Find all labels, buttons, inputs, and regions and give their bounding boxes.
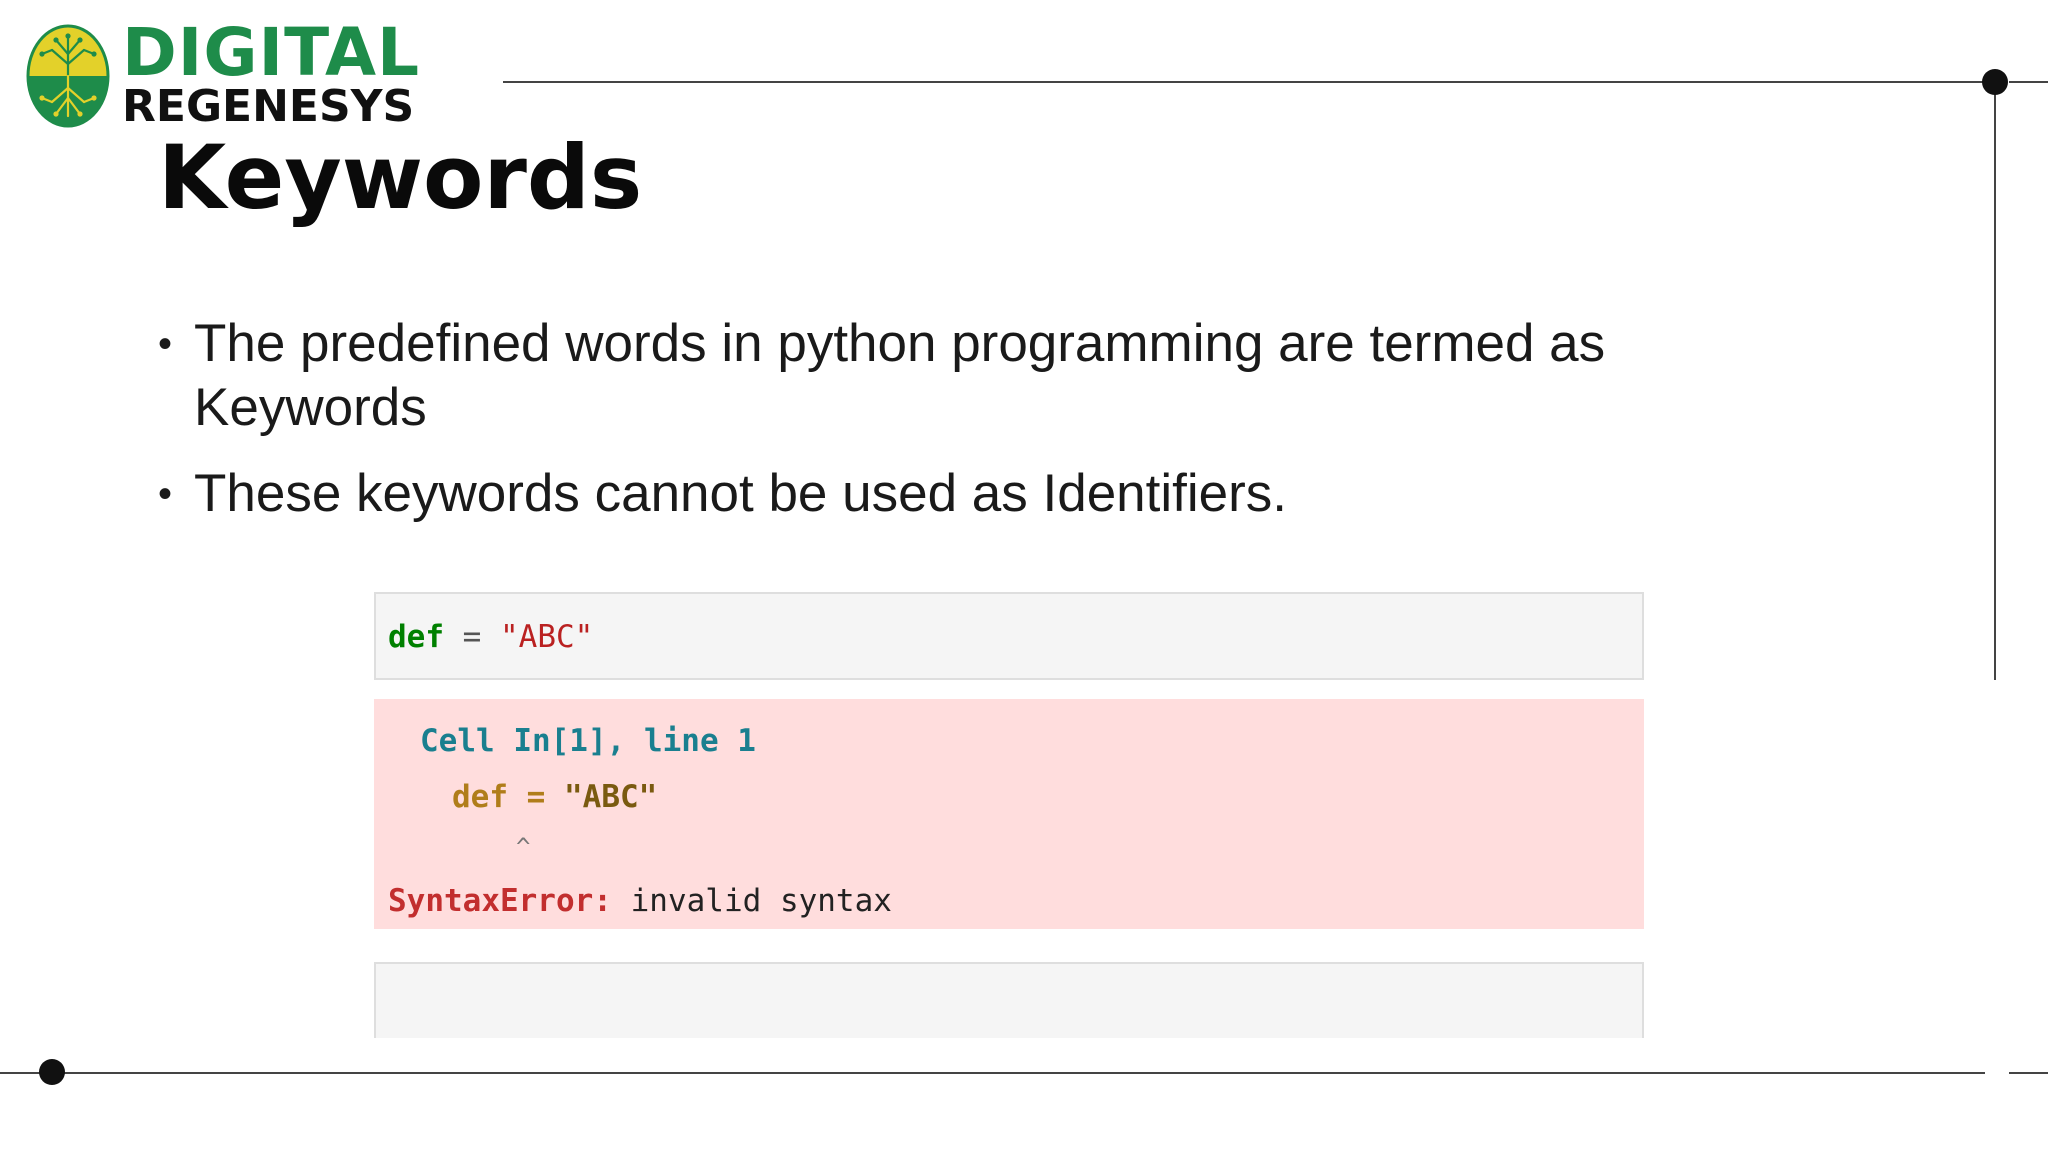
traceback-caret: ^ bbox=[516, 833, 531, 861]
top-right-line-stub bbox=[2009, 81, 2048, 83]
slide-title: Keywords bbox=[158, 126, 643, 229]
traceback-code-line: def = "ABC" bbox=[452, 777, 657, 817]
bottom-left-dot bbox=[39, 1059, 65, 1085]
bottom-right-line-stub bbox=[2009, 1072, 2048, 1074]
error-message-line: SyntaxError: invalid syntax bbox=[388, 881, 892, 921]
code-input-cell[interactable]: def = "ABC" bbox=[374, 592, 1644, 680]
empty-code-cell[interactable] bbox=[374, 962, 1644, 1038]
code-string: "ABC" bbox=[500, 619, 594, 655]
code-operator: = bbox=[444, 619, 500, 655]
bullet-text: The predefined words in python programmi… bbox=[194, 314, 1606, 437]
error-message: invalid syntax bbox=[611, 883, 892, 919]
right-vertical-line bbox=[1994, 82, 1996, 680]
bullet-item: • These keywords cannot be used as Ident… bbox=[158, 462, 1718, 526]
code-keyword: def bbox=[388, 619, 444, 655]
bullet-list: • The predefined words in python program… bbox=[158, 312, 1718, 548]
tree-emblem-icon bbox=[26, 24, 110, 128]
logo-text-digital: DIGITAL bbox=[122, 14, 421, 91]
logo-text-regenesys: REGENESYS bbox=[122, 81, 415, 132]
bullet-dot-icon: • bbox=[158, 472, 173, 516]
bullet-dot-icon: • bbox=[158, 322, 173, 366]
error-name: SyntaxError: bbox=[388, 883, 612, 919]
digital-regenesys-logo: DIGITAL REGENESYS bbox=[26, 14, 466, 132]
error-output-cell: Cell In[1], line 1 def = "ABC" ^ SyntaxE… bbox=[374, 699, 1644, 929]
bullet-text: These keywords cannot be used as Identif… bbox=[194, 464, 1287, 523]
top-divider-line bbox=[503, 81, 1995, 83]
code-line: def = "ABC" bbox=[388, 618, 593, 656]
bottom-divider-line bbox=[0, 1072, 1985, 1074]
traceback-operator: = bbox=[508, 779, 564, 815]
traceback-string: "ABC" bbox=[564, 779, 658, 815]
traceback-keyword: def bbox=[452, 779, 508, 815]
top-right-dot bbox=[1982, 69, 2008, 95]
bullet-item: • The predefined words in python program… bbox=[158, 312, 1718, 440]
slide: DIGITAL REGENESYS Keywords • The predefi… bbox=[0, 0, 2048, 1152]
traceback-cell-ref: Cell In[1], line 1 bbox=[420, 723, 756, 759]
